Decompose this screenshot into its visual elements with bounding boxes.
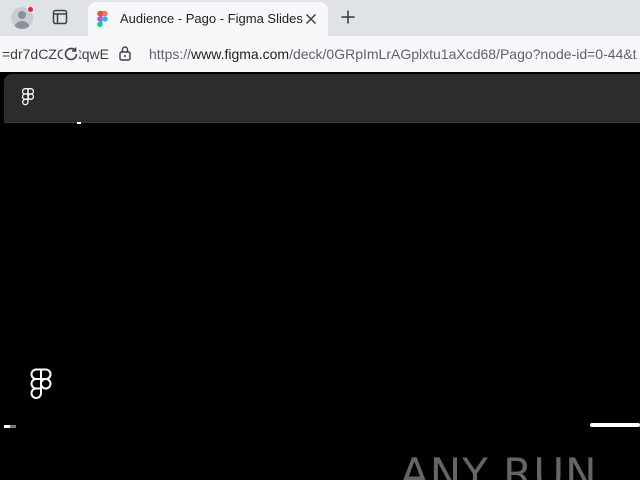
avatar-body xyxy=(14,21,30,29)
url-path: /deck/0GRpImLrAGplxtu1aXcd68/Pago?node-i… xyxy=(289,46,637,62)
tab-title: Audience - Pago - Figma Slides xyxy=(120,11,303,26)
toolbar-divider xyxy=(4,122,640,123)
figma-logo-icon[interactable] xyxy=(22,88,34,106)
figma-top-bar xyxy=(4,74,640,122)
figma-logo-icon xyxy=(30,368,52,399)
browser-tab-strip: Audience - Pago - Figma Slides xyxy=(0,0,640,36)
anyrun-watermark: ANY RUN xyxy=(400,449,598,480)
avatar-head xyxy=(18,11,26,19)
address-bar: =dr7dCZC stqwE https://www.figma.com/dec… xyxy=(0,36,640,72)
slide-edge-marker-shadow xyxy=(10,425,16,428)
slide-edge-line xyxy=(590,423,640,427)
overlapping-url-fragment: =dr7dCZC stqwE xyxy=(2,46,109,62)
watermark-text: ANY RUN xyxy=(400,449,598,480)
notification-dot xyxy=(27,6,34,13)
close-icon[interactable] xyxy=(304,12,318,26)
url-text[interactable]: https://www.figma.com/deck/0GRpImLrAGplx… xyxy=(149,46,637,62)
tab-actions-icon[interactable] xyxy=(52,9,68,25)
figma-slides-viewport: ANY RUN xyxy=(4,74,640,480)
url-prefix: https:// xyxy=(149,46,192,62)
lock-icon[interactable] xyxy=(118,45,132,61)
progress-marker xyxy=(77,122,81,124)
reload-icon[interactable] xyxy=(62,45,80,63)
url-host: www.figma.com xyxy=(191,46,290,62)
plus-icon[interactable] xyxy=(340,9,356,25)
figma-favicon xyxy=(97,11,108,27)
active-tab[interactable]: Audience - Pago - Figma Slides xyxy=(88,2,328,36)
